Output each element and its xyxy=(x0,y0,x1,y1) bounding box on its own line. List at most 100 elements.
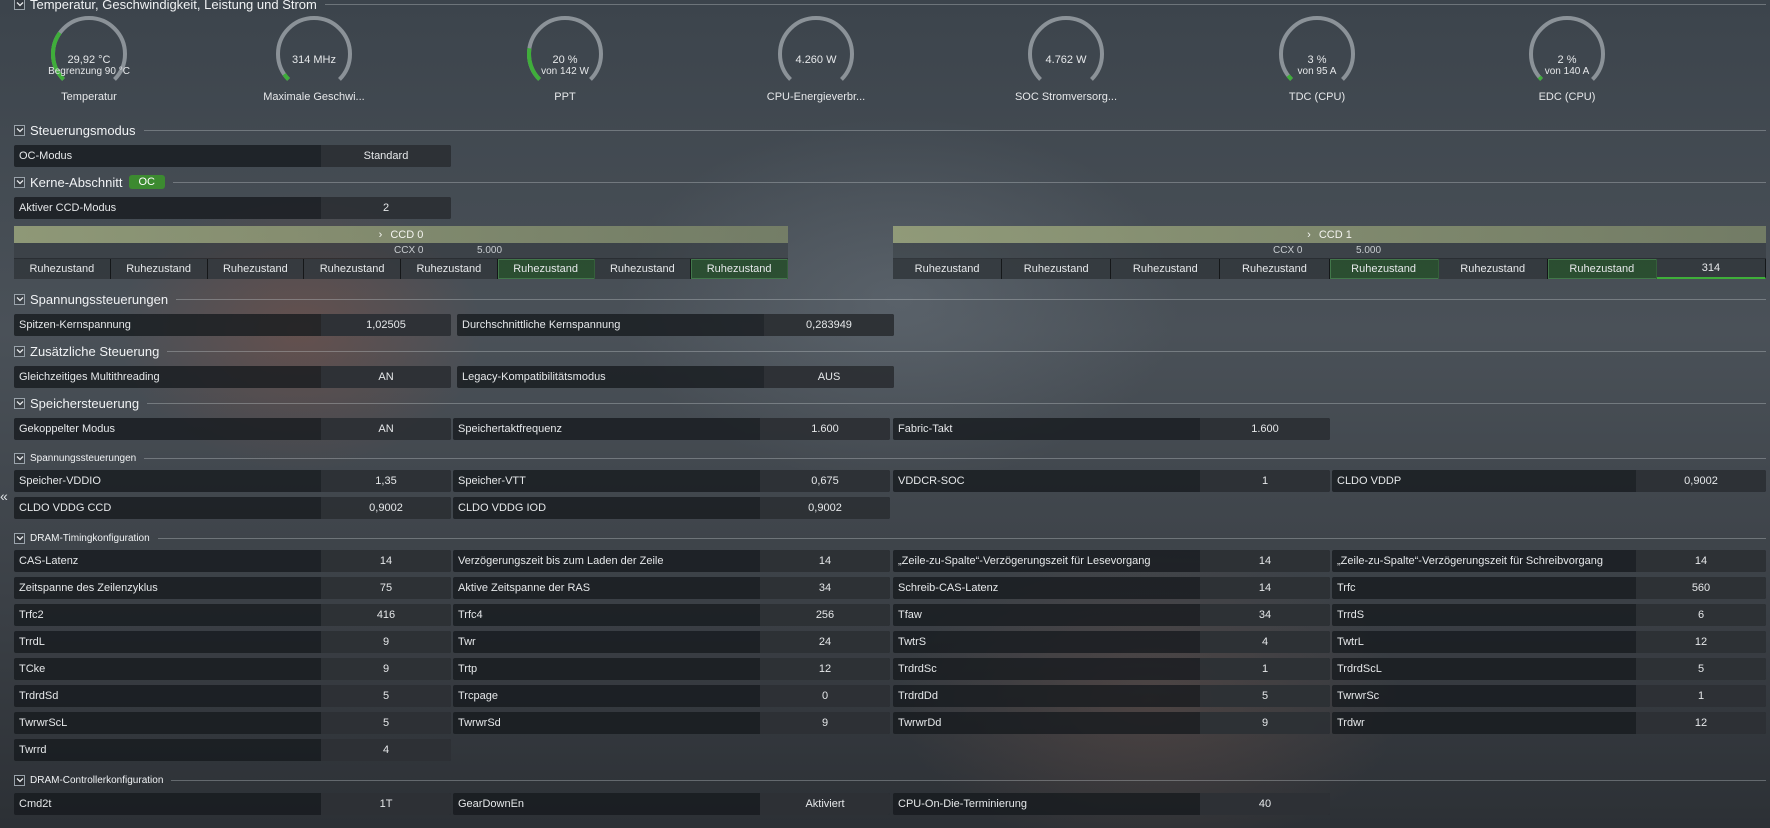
chevron-down-icon[interactable] xyxy=(14,293,25,305)
row-value[interactable]: 0,9002 xyxy=(760,497,890,519)
timing-row[interactable]: Zeitspanne des Zeilenzyklus 75 xyxy=(14,577,451,599)
row-value[interactable]: 14 xyxy=(1636,550,1766,572)
row-value[interactable]: 5 xyxy=(321,685,451,707)
smt-toggle[interactable]: AN xyxy=(321,366,451,388)
row-value[interactable]: 4 xyxy=(1200,631,1330,653)
vddcr-soc-row[interactable]: VDDCR-SOC 1 xyxy=(893,470,1330,492)
geardown-row[interactable]: GearDownEn Aktiviert xyxy=(453,793,890,815)
row-value[interactable]: 24 xyxy=(760,631,890,653)
oc-mode-select[interactable]: Standard xyxy=(321,145,451,167)
timing-row[interactable]: TrdrdSc 1 xyxy=(893,658,1330,680)
timing-row[interactable]: TwrwrSd 9 xyxy=(453,712,890,734)
cldo-vddg-iod-row[interactable]: CLDO VDDG IOD 0,9002 xyxy=(453,497,890,519)
core-cell[interactable]: Ruhezustand xyxy=(497,259,595,279)
row-value[interactable]: 1 xyxy=(1200,658,1330,680)
section-cores[interactable]: Kerne-Abschnitt OC xyxy=(14,174,1766,190)
fabric-clock-row[interactable]: Fabric-Takt 1.600 xyxy=(893,418,1330,440)
row-value[interactable]: 1,35 xyxy=(321,470,451,492)
core-cell[interactable]: Ruhezustand xyxy=(893,259,1003,279)
memory-clock-value[interactable]: 1.600 xyxy=(760,418,890,440)
core-cell[interactable]: Ruhezustand xyxy=(14,259,111,279)
timing-row[interactable]: Trtp 12 xyxy=(453,658,890,680)
chevron-down-icon[interactable] xyxy=(14,532,25,544)
row-value[interactable]: 14 xyxy=(1200,577,1330,599)
timing-row[interactable]: „Zeile-zu-Spalte“-Verzögerungszeit für S… xyxy=(1332,550,1766,572)
timing-row[interactable]: Tfaw 34 xyxy=(893,604,1330,626)
timing-row[interactable]: TrdrdDd 5 xyxy=(893,685,1330,707)
timing-row[interactable]: TrrdS 6 xyxy=(1332,604,1766,626)
timing-row[interactable]: Trfc2 416 xyxy=(14,604,451,626)
timing-row[interactable]: Aktive Zeitspanne der RAS 34 xyxy=(453,577,890,599)
timing-row[interactable]: Trfc4 256 xyxy=(453,604,890,626)
legacy-mode-row[interactable]: Legacy-Kompatibilitätsmodus AUS xyxy=(457,366,894,388)
oc-mode-row[interactable]: OC-Modus Standard xyxy=(14,145,451,167)
legacy-mode-toggle[interactable]: AUS xyxy=(764,366,894,388)
section-additional[interactable]: Zusätzliche Steuerung xyxy=(14,343,1766,359)
timing-row[interactable]: TwrwrScL 5 xyxy=(14,712,451,734)
core-cell[interactable]: Ruhezustand xyxy=(1220,259,1330,279)
section-control-mode[interactable]: Steuerungsmodus xyxy=(14,122,1766,138)
row-value[interactable]: 9 xyxy=(760,712,890,734)
cldo-vddg-ccd-row[interactable]: CLDO VDDG CCD 0,9002 xyxy=(14,497,451,519)
row-value[interactable]: 560 xyxy=(1636,577,1766,599)
chevron-down-icon[interactable] xyxy=(14,452,25,464)
row-value[interactable]: 34 xyxy=(1200,604,1330,626)
smt-row[interactable]: Gleichzeitiges Multithreading AN xyxy=(14,366,451,388)
row-value[interactable]: 5 xyxy=(1636,658,1766,680)
section-memory-voltage[interactable]: Spannungssteuerungen xyxy=(14,450,1766,466)
timing-row[interactable]: Trcpage 0 xyxy=(453,685,890,707)
row-value[interactable]: 14 xyxy=(1200,550,1330,572)
timing-row[interactable]: TwtrL 12 xyxy=(1332,631,1766,653)
timing-row[interactable]: TrrdL 9 xyxy=(14,631,451,653)
section-memory[interactable]: Speichersteuerung xyxy=(14,395,1766,411)
timing-row[interactable]: Twr 24 xyxy=(453,631,890,653)
mem-vddio-row[interactable]: Speicher-VDDIO 1,35 xyxy=(14,470,451,492)
row-value[interactable]: 9 xyxy=(321,658,451,680)
row-value[interactable]: 40 xyxy=(1200,793,1330,815)
ccd-header[interactable]: › CCD 1 xyxy=(893,226,1766,243)
timing-row[interactable]: TCke 9 xyxy=(14,658,451,680)
core-cell[interactable]: Ruhezustand xyxy=(594,259,692,279)
core-cell[interactable]: Ruhezustand xyxy=(401,259,498,279)
ccd-header[interactable]: › CCD 0 xyxy=(14,226,788,243)
odt-row[interactable]: CPU-On-Die-Terminierung 40 xyxy=(893,793,1330,815)
row-value[interactable]: 9 xyxy=(1200,712,1330,734)
core-cell[interactable]: Ruhezustand xyxy=(110,259,208,279)
row-value[interactable]: 6 xyxy=(1636,604,1766,626)
row-value[interactable]: 75 xyxy=(321,577,451,599)
row-value[interactable]: 12 xyxy=(1636,712,1766,734)
fabric-clock-value[interactable]: 1.600 xyxy=(1200,418,1330,440)
section-dram-controller[interactable]: DRAM-Controllerkonfiguration xyxy=(14,772,1766,788)
section-dram-timing[interactable]: DRAM-Timingkonfiguration xyxy=(14,530,1766,546)
chevron-down-icon[interactable] xyxy=(14,124,25,136)
ccd-mode-row[interactable]: Aktiver CCD-Modus 2 xyxy=(14,197,451,219)
timing-row[interactable]: TwrwrSc 1 xyxy=(1332,685,1766,707)
timing-row[interactable]: Twrrd 4 xyxy=(14,739,451,761)
row-value[interactable]: 5 xyxy=(1200,685,1330,707)
ccd-mode-value[interactable]: 2 xyxy=(321,197,451,219)
core-cell[interactable]: Ruhezustand xyxy=(207,259,305,279)
row-value[interactable]: 0,9002 xyxy=(1636,470,1766,492)
timing-row[interactable]: Verzögerungszeit bis zum Laden der Zeile… xyxy=(453,550,890,572)
section-voltage[interactable]: Spannungssteuerungen xyxy=(14,291,1766,307)
core-cell[interactable]: Ruhezustand xyxy=(1438,259,1548,279)
core-cell[interactable]: 314 xyxy=(1656,259,1766,279)
chevron-down-icon[interactable] xyxy=(14,176,25,188)
cldo-vddp-row[interactable]: CLDO VDDP 0,9002 xyxy=(1332,470,1766,492)
timing-row[interactable]: „Zeile-zu-Spalte“-Verzögerungszeit für L… xyxy=(893,550,1330,572)
chevron-down-icon[interactable] xyxy=(14,0,25,10)
core-cell[interactable]: Ruhezustand xyxy=(1547,259,1657,279)
coupled-mode-toggle[interactable]: AN xyxy=(321,418,451,440)
row-value[interactable]: 14 xyxy=(760,550,890,572)
cmd2t-row[interactable]: Cmd2t 1T xyxy=(14,793,451,815)
row-value[interactable]: 12 xyxy=(1636,631,1766,653)
row-value[interactable]: 1T xyxy=(321,793,451,815)
row-value[interactable]: 34 xyxy=(760,577,890,599)
memory-clock-row[interactable]: Speichertaktfrequenz 1.600 xyxy=(453,418,890,440)
row-value[interactable]: 9 xyxy=(321,631,451,653)
core-cell[interactable]: Ruhezustand xyxy=(304,259,401,279)
timing-row[interactable]: Schreib-CAS-Latenz 14 xyxy=(893,577,1330,599)
section-temperature[interactable]: Temperatur, Geschwindigkeit, Leistung un… xyxy=(14,0,1766,12)
timing-row[interactable]: TwtrS 4 xyxy=(893,631,1330,653)
row-value[interactable]: 0,9002 xyxy=(321,497,451,519)
